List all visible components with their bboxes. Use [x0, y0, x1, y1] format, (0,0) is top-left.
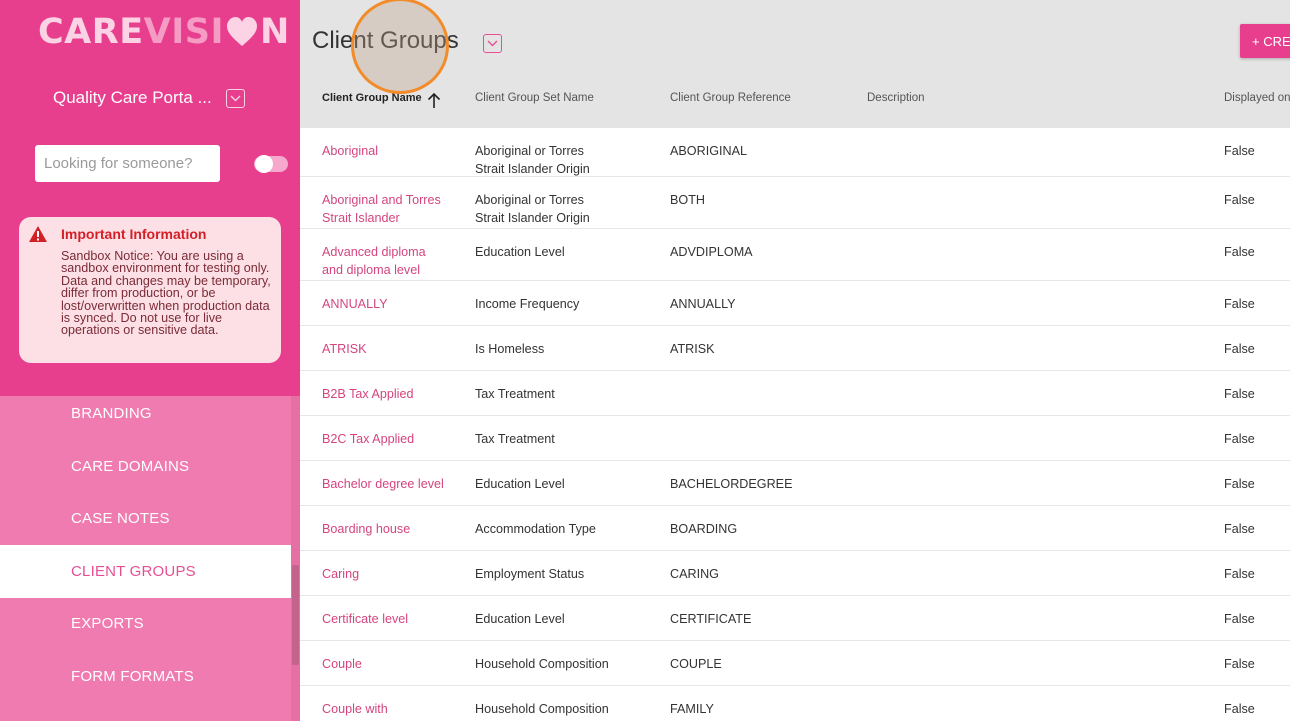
cell-reference: CARING — [670, 567, 719, 581]
logo-text-n: N — [259, 12, 290, 52]
table-row[interactable]: Couple with Household Composition FAMILY… — [300, 686, 1290, 721]
cell-reference: ADVDIPLOMA — [670, 245, 753, 259]
click-indicator — [351, 0, 449, 94]
table-row[interactable]: Advanced diploma and diploma level Educa… — [300, 229, 1290, 281]
cell-reference: BOTH — [670, 193, 705, 207]
cell-displayed-on: False — [1224, 297, 1255, 311]
sidebar-nav: BRANDING CARE DOMAINS CASE NOTES CLIENT … — [0, 396, 300, 721]
arrow-up-icon[interactable] — [426, 91, 442, 109]
cell-set-name: Employment Status — [475, 567, 585, 581]
cell-displayed-on: False — [1224, 432, 1255, 446]
cell-set-name: Education Level — [475, 245, 565, 259]
table-row[interactable]: Caring Employment Status CARING False — [300, 551, 1290, 596]
cell-set-name: Tax Treatment — [475, 432, 555, 446]
cell-name[interactable]: Caring — [322, 565, 457, 583]
cell-name[interactable]: ATRISK — [322, 340, 457, 358]
table-row[interactable]: Couple Household Composition COUPLE Fals… — [300, 641, 1290, 686]
toggle-knob — [255, 155, 273, 173]
cell-name[interactable]: Boarding house — [322, 520, 457, 538]
cell-reference: ABORIGINAL — [670, 144, 747, 158]
sidebar-toggle-switch[interactable] — [254, 155, 288, 173]
cell-reference: BOARDING — [670, 522, 738, 536]
important-info-box: Important Information Sandbox Notice: Yo… — [19, 217, 281, 363]
cell-reference: ATRISK — [670, 342, 715, 356]
nav-item-client-groups[interactable]: CLIENT GROUPS — [0, 545, 291, 598]
cell-name[interactable]: Certificate level — [322, 610, 457, 628]
cell-set-name: Is Homeless — [475, 342, 545, 356]
cell-reference: ANNUALLY — [670, 297, 736, 311]
cell-set-name: Income Frequency — [475, 297, 580, 311]
nav-item-form-formats[interactable]: FORM FORMATS — [0, 650, 291, 703]
nav-item-care-domains[interactable]: CARE DOMAINS — [0, 440, 291, 493]
column-header-description[interactable]: Description — [867, 92, 925, 104]
column-header-set-name[interactable]: Client Group Set Name — [475, 92, 594, 104]
cell-set-name: Education Level — [475, 477, 565, 491]
column-header-reference[interactable]: Client Group Reference — [670, 92, 791, 104]
logo-text-care: CARE — [38, 12, 144, 52]
table-row[interactable]: Bachelor degree level Education Level BA… — [300, 461, 1290, 506]
table-row[interactable]: Boarding house Accommodation Type BOARDI… — [300, 506, 1290, 551]
nav-item-exports[interactable]: EXPORTS — [0, 597, 291, 650]
nav-scrollbar-track[interactable] — [291, 396, 300, 721]
cell-set-name: Aboriginal or Torres Strait Islander Ori… — [475, 144, 590, 176]
cell-name[interactable]: ANNUALLY — [322, 295, 457, 313]
cell-set-name: Education Level — [475, 612, 565, 626]
cell-displayed-on: False — [1224, 477, 1255, 491]
nav-item-branding[interactable]: BRANDING — [0, 387, 291, 440]
info-title: Important Information — [61, 226, 207, 242]
sidebar: CAREVISI N Quality Care Porta ... Importa… — [0, 0, 300, 721]
warning-icon — [29, 226, 47, 242]
cell-reference: CERTIFICATE — [670, 612, 752, 626]
cell-name[interactable]: Couple with — [322, 700, 457, 718]
cell-set-name: Accommodation Type — [475, 522, 596, 536]
column-header-displayed-on[interactable]: Displayed on — [1224, 92, 1290, 104]
cell-displayed-on: False — [1224, 657, 1255, 671]
search-input[interactable] — [35, 145, 220, 182]
cell-set-name: Aboriginal or Torres Strait Islander Ori… — [475, 193, 590, 225]
cell-reference: FAMILY — [670, 702, 714, 716]
table-row[interactable]: ATRISK Is Homeless ATRISK False — [300, 326, 1290, 371]
cell-name[interactable]: Couple — [322, 655, 457, 673]
carevision-logo[interactable]: CARE VISI N — [38, 12, 290, 52]
table-row[interactable]: Aboriginal Aboriginal or Torres Strait I… — [300, 128, 1290, 177]
info-body: Sandbox Notice: You are using a sandbox … — [61, 249, 271, 338]
cell-displayed-on: False — [1224, 522, 1255, 536]
cell-name[interactable]: Aboriginal and Torres Strait Islander — [322, 191, 452, 227]
cell-name[interactable]: B2B Tax Applied — [322, 385, 457, 403]
chevron-down-icon[interactable] — [483, 34, 502, 53]
create-button[interactable]: + CREATE — [1240, 24, 1290, 58]
nav-item-case-notes[interactable]: CASE NOTES — [0, 492, 291, 545]
table-row[interactable]: ANNUALLY Income Frequency ANNUALLY False — [300, 281, 1290, 326]
cell-displayed-on: False — [1224, 702, 1255, 716]
cell-name[interactable]: B2C Tax Applied — [322, 430, 457, 448]
cell-set-name: Household Composition — [475, 657, 609, 671]
cell-name[interactable]: Advanced diploma and diploma level — [322, 243, 442, 279]
page-header: Client Groups + CREATE Client Group Name… — [300, 0, 1290, 128]
logo-text-vision: VISI — [143, 12, 224, 52]
table-row[interactable]: B2B Tax Applied Tax Treatment False — [300, 371, 1290, 416]
column-header-name[interactable]: Client Group Name — [322, 92, 422, 104]
table-row[interactable]: Aboriginal and Torres Strait Islander Ab… — [300, 177, 1290, 229]
cell-reference: BACHELORDEGREE — [670, 477, 793, 491]
cell-name[interactable]: Bachelor degree level — [322, 475, 457, 493]
cell-displayed-on: False — [1224, 193, 1255, 207]
table-row[interactable]: Certificate level Education Level CERTIF… — [300, 596, 1290, 641]
portal-name: Quality Care Porta ... — [53, 88, 212, 107]
cell-set-name: Tax Treatment — [475, 387, 555, 401]
cell-displayed-on: False — [1224, 567, 1255, 581]
main-content: Client Groups + CREATE Client Group Name… — [300, 0, 1290, 721]
cell-set-name: Household Composition — [475, 702, 609, 716]
cell-displayed-on: False — [1224, 342, 1255, 356]
cell-reference: COUPLE — [670, 657, 722, 671]
cell-displayed-on: False — [1224, 387, 1255, 401]
cell-displayed-on: False — [1224, 612, 1255, 626]
table-row[interactable]: B2C Tax Applied Tax Treatment False — [300, 416, 1290, 461]
portal-selector[interactable]: Quality Care Porta ... — [53, 86, 245, 110]
heart-o-icon — [226, 17, 257, 46]
cell-name[interactable]: Aboriginal — [322, 142, 457, 160]
cell-displayed-on: False — [1224, 144, 1255, 158]
cell-displayed-on: False — [1224, 245, 1255, 259]
chevron-down-icon[interactable] — [225, 88, 245, 108]
nav-scrollbar-thumb[interactable] — [292, 565, 299, 665]
